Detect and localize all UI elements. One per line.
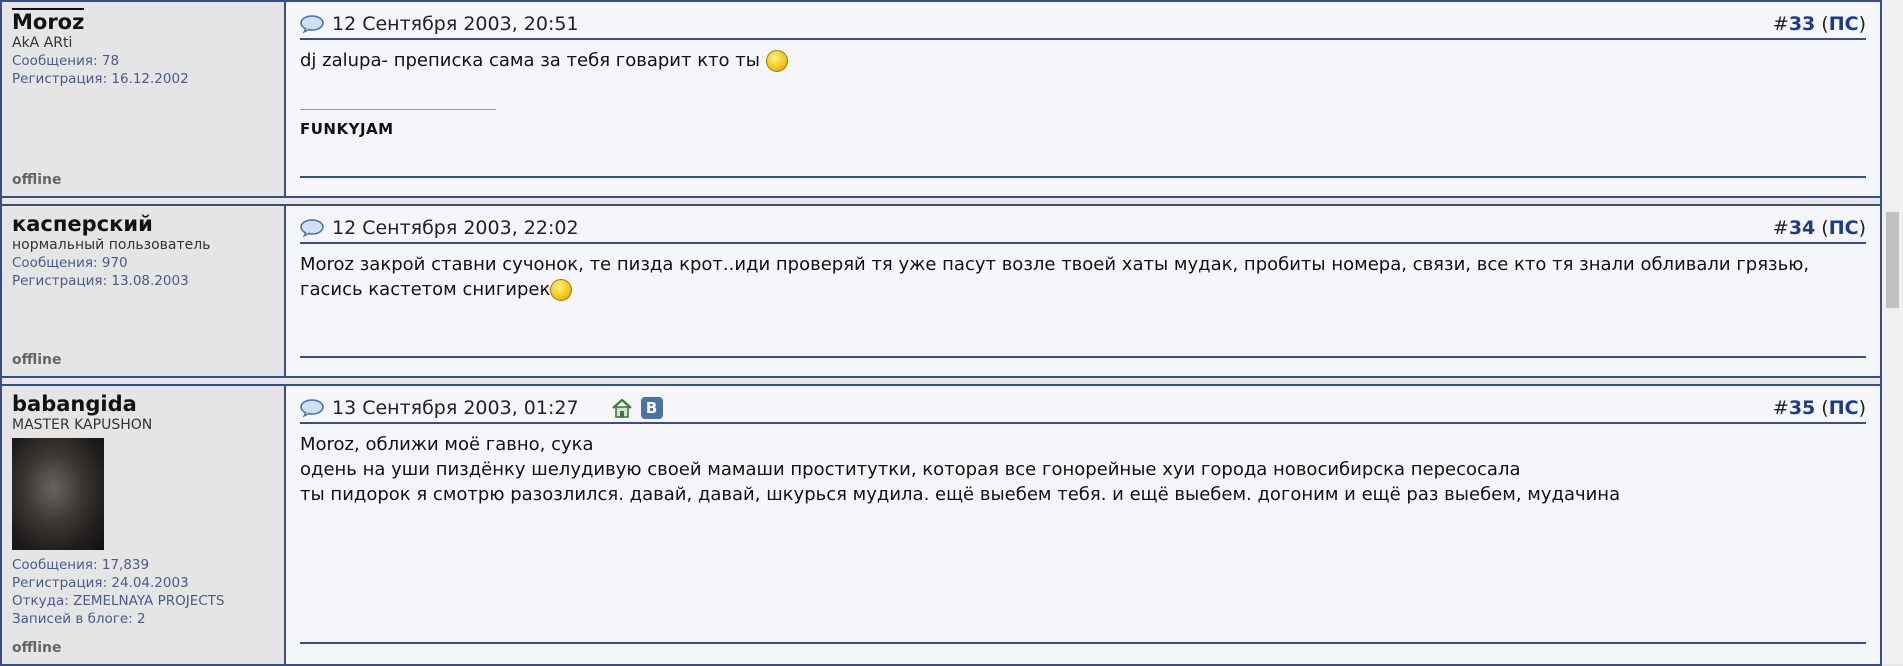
post-bubble-icon — [300, 219, 324, 237]
post-text: Moroz закрой ставни сучонок, те пизда кр… — [300, 254, 1810, 301]
post-body: 12 Сентября 2003, 22:02 #34 (ПС) Moroz з… — [286, 206, 1880, 376]
ps-link[interactable]: ПС — [1829, 217, 1859, 239]
post-footer-line — [300, 176, 1866, 178]
post-date: 12 Сентября 2003, 20:51 — [332, 13, 579, 35]
thread: Moroz AkA ARti Сообщения: 78 Регистрация… — [0, 0, 1882, 666]
username[interactable]: касперский — [12, 212, 153, 236]
post-header: 12 Сентября 2003, 22:02 #34 (ПС) — [300, 214, 1866, 244]
user-pane: Moroz AkA ARti Сообщения: 78 Регистрация… — [2, 2, 286, 196]
post-35: babangida MASTER KAPUSHON Сообщения: 17,… — [0, 384, 1882, 666]
user-pane: касперский нормальный пользователь Сообщ… — [2, 206, 286, 376]
vk-icon[interactable]: В — [640, 397, 663, 419]
user-blog-entries[interactable]: Записей в блоге: 2 — [12, 610, 284, 628]
ps-link[interactable]: ПС — [1829, 397, 1859, 419]
signature: FUNKYJAM — [300, 120, 394, 138]
post-body: 12 Сентября 2003, 20:51 #33 (ПС) dj zalu… — [286, 2, 1880, 196]
user-messages: Сообщения: 970 — [12, 255, 128, 271]
username[interactable]: babangida — [12, 392, 137, 416]
post-bubble-icon — [300, 15, 324, 33]
avatar[interactable] — [12, 438, 104, 550]
post-header: 13 Сентября 2003, 01:27 В #35 (ПС) — [300, 394, 1866, 424]
user-messages: Сообщения: 17,839 — [12, 557, 150, 573]
user-status: offline — [12, 640, 62, 656]
user-status: offline — [12, 172, 62, 188]
user-title: MASTER KAPUSHON — [12, 417, 153, 433]
post-number-link[interactable]: 34 — [1789, 217, 1815, 239]
post-number: #33 (ПС) — [1772, 13, 1866, 35]
home-icon[interactable] — [611, 397, 633, 419]
shocked-smile-icon — [550, 279, 573, 301]
post-line: ты пидорок я смотрю разозлился. давай, д… — [300, 484, 1621, 505]
post-footer-line — [300, 642, 1866, 644]
post-line: Moroz, оближи моё гавно, сука — [300, 434, 594, 455]
page-scrollbar[interactable] — [1882, 0, 1903, 664]
user-registered: Регистрация: 16.12.2002 — [12, 71, 189, 87]
post-line: одень на уши пиздёнку шелудивую своей ма… — [300, 459, 1521, 480]
signature-divider — [300, 109, 496, 110]
post-text: dj zalupa- преписка сама за тебя говарит… — [300, 40, 1866, 73]
post-number-link[interactable]: 35 — [1789, 397, 1815, 419]
post-bubble-icon — [300, 399, 324, 417]
user-registered: Регистрация: 24.04.2003 — [12, 575, 189, 591]
ps-link[interactable]: ПС — [1829, 13, 1859, 35]
user-title: AkA ARti — [12, 35, 73, 51]
post-footer-line — [300, 356, 1866, 358]
post-number: #35 (ПС) — [1772, 397, 1866, 419]
header-icons: В — [611, 397, 663, 419]
smile-icon — [765, 50, 788, 72]
user-from: Откуда: ZEMELNAYA PROJECTS — [12, 593, 225, 609]
user-registered: Регистрация: 13.08.2003 — [12, 273, 189, 289]
post-date: 13 Сентября 2003, 01:27 — [332, 397, 579, 419]
user-status: offline — [12, 352, 62, 368]
user-title: нормальный пользователь — [12, 237, 211, 253]
post-date: 12 Сентября 2003, 22:02 — [332, 217, 579, 239]
post-text: Moroz, оближи моё гавно, сука одень на у… — [300, 424, 1866, 507]
post-body: 13 Сентября 2003, 01:27 В #35 (ПС) Moroz… — [286, 386, 1880, 664]
post-number: #34 (ПС) — [1772, 217, 1866, 239]
post-header: 12 Сентября 2003, 20:51 #33 (ПС) — [300, 10, 1866, 40]
post-number-link[interactable]: 33 — [1789, 13, 1815, 35]
user-pane: babangida MASTER KAPUSHON Сообщения: 17,… — [2, 386, 286, 664]
username[interactable]: Moroz — [12, 8, 85, 34]
post-33: Moroz AkA ARti Сообщения: 78 Регистрация… — [0, 0, 1882, 198]
user-messages: Сообщения: 78 — [12, 53, 120, 69]
post-34: касперский нормальный пользователь Сообщ… — [0, 204, 1882, 378]
scrollbar-thumb[interactable] — [1886, 212, 1899, 308]
